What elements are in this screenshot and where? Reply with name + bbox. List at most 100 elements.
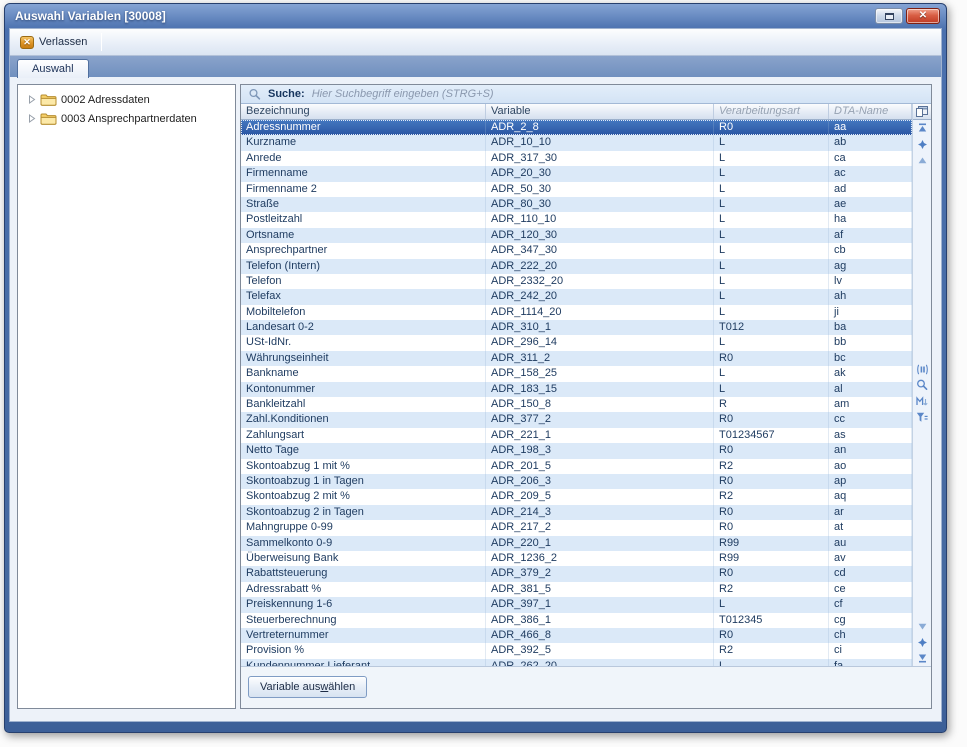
- cell-dta-name: av: [829, 551, 912, 566]
- table-row[interactable]: Mobiltelefon ADR_1114_20 L ji: [241, 305, 912, 320]
- scroll-next-button[interactable]: [916, 620, 929, 633]
- cell-bezeichnung: Firmenname: [241, 166, 486, 181]
- tree-item[interactable]: 0002 Adressdaten: [20, 90, 233, 109]
- table-row[interactable]: Adressrabatt % ADR_381_5 R2 ce: [241, 582, 912, 597]
- table-row[interactable]: Ortsname ADR_120_30 L af: [241, 228, 912, 243]
- table-row[interactable]: Anrede ADR_317_30 L ca: [241, 151, 912, 166]
- cell-bezeichnung: Mobiltelefon: [241, 305, 486, 320]
- cell-dta-name: ag: [829, 259, 912, 274]
- cell-bezeichnung: Bankleitzahl: [241, 397, 486, 412]
- cell-bezeichnung: Rabattsteuerung: [241, 566, 486, 581]
- grid-zoom-button[interactable]: [916, 379, 929, 392]
- table-row[interactable]: Steuerberechnung ADR_386_1 T012345 cg: [241, 613, 912, 628]
- table-row[interactable]: Rabattsteuerung ADR_379_2 R0 cd: [241, 566, 912, 581]
- table-row[interactable]: Telefax ADR_242_20 L ah: [241, 289, 912, 304]
- table-row[interactable]: Sammelkonto 0-9 ADR_220_1 R99 au: [241, 536, 912, 551]
- cell-bezeichnung: Zahl.Konditionen: [241, 412, 486, 427]
- cell-dta-name: cf: [829, 597, 912, 612]
- table-row[interactable]: Postleitzahl ADR_110_10 L ha: [241, 212, 912, 227]
- table-row[interactable]: Mahngruppe 0-99 ADR_217_2 R0 at: [241, 520, 912, 535]
- cell-verarbeitungsart: L: [714, 382, 829, 397]
- column-header-bezeichnung[interactable]: Bezeichnung: [241, 104, 486, 119]
- cell-bezeichnung: USt-IdNr.: [241, 335, 486, 350]
- close-button[interactable]: ✕: [906, 8, 940, 24]
- table-row[interactable]: Währungseinheit ADR_311_2 R0 bc: [241, 351, 912, 366]
- cell-verarbeitungsart: R2: [714, 459, 829, 474]
- table-row[interactable]: Firmenname 2 ADR_50_30 L ad: [241, 182, 912, 197]
- tab-auswahl[interactable]: Auswahl: [17, 59, 89, 78]
- restore-button[interactable]: [875, 8, 903, 24]
- table-row[interactable]: Skontoabzug 2 in Tagen ADR_214_3 R0 ar: [241, 505, 912, 520]
- table-row[interactable]: Skontoabzug 1 in Tagen ADR_206_3 R0 ap: [241, 474, 912, 489]
- scroll-up-fast-button[interactable]: [916, 138, 929, 151]
- column-chooser-button[interactable]: [913, 104, 931, 120]
- tree-item[interactable]: 0003 Ansprechpartnerdaten: [20, 109, 233, 128]
- cell-bezeichnung: Provision %: [241, 643, 486, 658]
- column-header-variable[interactable]: Variable: [486, 104, 714, 119]
- scroll-bottom-button[interactable]: [916, 652, 929, 665]
- table-row[interactable]: Firmenname ADR_20_30 L ac: [241, 166, 912, 181]
- cell-bezeichnung: Kurzname: [241, 135, 486, 150]
- table-row[interactable]: Provision % ADR_392_5 R2 ci: [241, 643, 912, 658]
- cell-verarbeitungsart: L: [714, 197, 829, 212]
- cell-verarbeitungsart: R0: [714, 505, 829, 520]
- scroll-down-fast-button[interactable]: [916, 636, 929, 649]
- table-row[interactable]: Telefon ADR_2332_20 L lv: [241, 274, 912, 289]
- table-row[interactable]: Landesart 0-2 ADR_310_1 T012 ba: [241, 320, 912, 335]
- cell-bezeichnung: Steuerberechnung: [241, 613, 486, 628]
- table-row[interactable]: USt-IdNr. ADR_296_14 L bb: [241, 335, 912, 350]
- cell-verarbeitungsart: T012: [714, 320, 829, 335]
- table-row[interactable]: Bankleitzahl ADR_150_8 R am: [241, 397, 912, 412]
- table-row[interactable]: Zahl.Konditionen ADR_377_2 R0 cc: [241, 412, 912, 427]
- table-row[interactable]: Zahlungsart ADR_221_1 T01234567 as: [241, 428, 912, 443]
- select-variable-button[interactable]: Variable auswählen: [248, 676, 367, 698]
- cell-variable: ADR_222_20: [486, 259, 714, 274]
- table-row[interactable]: Skontoabzug 1 mit % ADR_201_5 R2 ao: [241, 459, 912, 474]
- cell-dta-name: ji: [829, 305, 912, 320]
- cell-bezeichnung: Netto Tage: [241, 443, 486, 458]
- cell-dta-name: ar: [829, 505, 912, 520]
- cell-variable: ADR_1236_2: [486, 551, 714, 566]
- cell-dta-name: ah: [829, 289, 912, 304]
- cell-variable: ADR_183_15: [486, 382, 714, 397]
- cell-bezeichnung: Preiskennung 1-6: [241, 597, 486, 612]
- filter-button[interactable]: [916, 411, 929, 424]
- fit-columns-button[interactable]: [916, 363, 929, 376]
- table-row[interactable]: Netto Tage ADR_198_3 R0 an: [241, 443, 912, 458]
- filter-icon: [916, 412, 928, 423]
- search-field[interactable]: Suche: Hier Suchbegriff eingeben (STRG+S…: [241, 85, 931, 104]
- cell-variable: ADR_386_1: [486, 613, 714, 628]
- cell-variable: ADR_201_5: [486, 459, 714, 474]
- table-row[interactable]: Preiskennung 1-6 ADR_397_1 L cf: [241, 597, 912, 612]
- table-row[interactable]: Vertreternummer ADR_466_8 R0 ch: [241, 628, 912, 643]
- table-row[interactable]: Bankname ADR_158_25 L ak: [241, 366, 912, 381]
- multiselect-button[interactable]: [916, 395, 929, 408]
- table-row[interactable]: Skontoabzug 2 mit % ADR_209_5 R2 aq: [241, 489, 912, 504]
- scroll-top-button[interactable]: [916, 122, 929, 135]
- scroll-up-icon: [918, 140, 927, 149]
- cell-verarbeitungsart: R2: [714, 489, 829, 504]
- cell-variable: ADR_206_3: [486, 474, 714, 489]
- cell-variable: ADR_50_30: [486, 182, 714, 197]
- table-row[interactable]: Überweisung Bank ADR_1236_2 R99 av: [241, 551, 912, 566]
- scroll-prev-button[interactable]: [916, 154, 929, 167]
- cell-verarbeitungsart: L: [714, 135, 829, 150]
- cell-bezeichnung: Ansprechpartner: [241, 243, 486, 258]
- cell-verarbeitungsart: R99: [714, 551, 829, 566]
- exit-button-label: Verlassen: [39, 36, 87, 48]
- table-row[interactable]: Kontonummer ADR_183_15 L al: [241, 382, 912, 397]
- cell-dta-name: ba: [829, 320, 912, 335]
- multiselect-icon: [916, 396, 928, 407]
- table-row[interactable]: Adressnummer ADR_2_8 R0 aa: [241, 120, 912, 135]
- table-row[interactable]: Kundennummer Lieferant ADR_262_20 L fa: [241, 659, 912, 666]
- cell-dta-name: bb: [829, 335, 912, 350]
- table-row[interactable]: Telefon (Intern) ADR_222_20 L ag: [241, 259, 912, 274]
- cell-variable: ADR_198_3: [486, 443, 714, 458]
- exit-button[interactable]: ✕ Verlassen: [16, 34, 94, 51]
- column-header-verarbeitungsart[interactable]: Verarbeitungsart: [714, 104, 829, 119]
- table-row[interactable]: Kurzname ADR_10_10 L ab: [241, 135, 912, 150]
- table-row[interactable]: Straße ADR_80_30 L ae: [241, 197, 912, 212]
- table-row[interactable]: Ansprechpartner ADR_347_30 L cb: [241, 243, 912, 258]
- title-bar[interactable]: Auswahl Variablen [30008] ✕: [5, 4, 946, 28]
- column-header-dta-name[interactable]: DTA-Name: [829, 104, 912, 119]
